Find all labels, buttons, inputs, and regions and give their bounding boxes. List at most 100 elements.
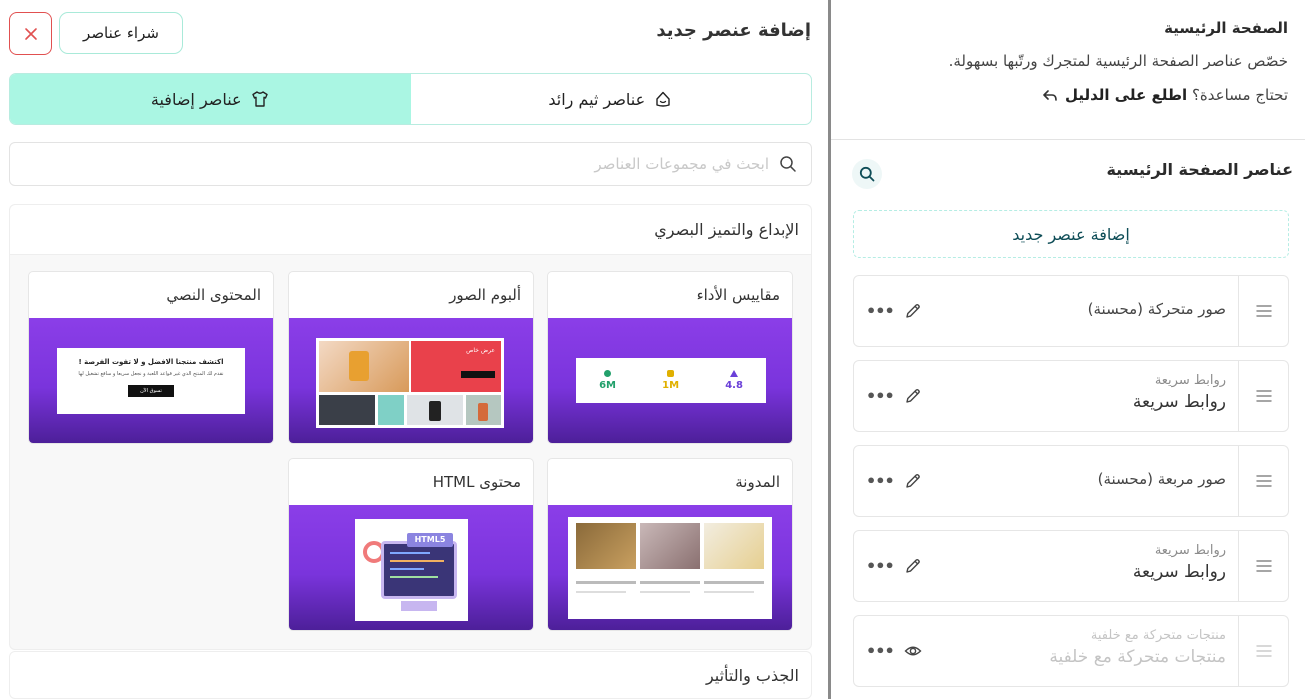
- metric-value: 4.8: [725, 380, 743, 391]
- home-element-item[interactable]: صور متحركة (محسنة) •••: [853, 275, 1289, 347]
- more-options-button[interactable]: •••: [866, 642, 895, 661]
- element-card-gallery[interactable]: ألبوم الصور عرض خاص: [288, 271, 534, 444]
- item-text: روابط سريعة روابط سريعة: [1133, 543, 1226, 585]
- card-preview: [548, 505, 792, 630]
- drag-handle[interactable]: [1238, 446, 1288, 516]
- tab-theme-elements[interactable]: عناصر ثيم رائد: [411, 74, 812, 124]
- item-label: روابط سريعة: [1132, 562, 1226, 582]
- bag-icon: [667, 370, 675, 377]
- post-line: [576, 581, 636, 584]
- sidebar: الصفحة الرئيسية خصّص عناصر الصفحة الرئيس…: [831, 0, 1305, 699]
- home-element-item[interactable]: صور مربعة (محسنة) •••: [853, 445, 1289, 517]
- more-options-button[interactable]: •••: [866, 557, 895, 576]
- element-card-blog[interactable]: المدونة: [547, 458, 793, 631]
- home-element-item[interactable]: منتجات متحركة مع خلفية منتجات متحركة مع …: [853, 615, 1289, 687]
- element-card-metrics[interactable]: مقاييس الأداء 6M 1M 4.8: [547, 271, 793, 444]
- tab-extra-elements[interactable]: عناصر إضافية: [10, 74, 411, 124]
- back-arrow-icon: [1043, 89, 1057, 101]
- home-element-item[interactable]: روابط سريعة روابط سريعة •••: [853, 530, 1289, 602]
- section-title: عناصر الصفحة الرئيسية: [1106, 160, 1293, 179]
- eye-icon[interactable]: [904, 642, 922, 660]
- more-options-button[interactable]: •••: [866, 302, 895, 321]
- text-preview: اكتشف منتجنا الافضل و لا تفوت الفرصة ! ن…: [57, 348, 245, 414]
- item-label: صور متحركة (محسنة): [1087, 300, 1226, 318]
- thumb-image: [407, 395, 463, 425]
- element-card-html[interactable]: محتوى HTML HTML5: [288, 458, 534, 631]
- html5-badge: HTML5: [407, 533, 453, 547]
- more-options-button[interactable]: •••: [866, 387, 895, 406]
- buy-elements-button[interactable]: شراء عناصر: [59, 12, 183, 54]
- thumb-image: [378, 395, 404, 425]
- card-title: المدونة: [735, 473, 780, 491]
- banner-text: عرض خاص: [466, 347, 495, 354]
- home-element-item[interactable]: روابط سريعة روابط سريعة •••: [853, 360, 1289, 432]
- element-tabs: عناصر إضافية عناصر ثيم رائد: [9, 73, 812, 125]
- monitor-icon: [381, 541, 457, 599]
- close-button[interactable]: [9, 12, 52, 55]
- theme-icon: [656, 91, 670, 107]
- divider: [831, 139, 1305, 140]
- tab-label: عناصر ثيم رائد: [548, 89, 646, 109]
- promo-banner: عرض خاص: [411, 341, 501, 392]
- search-icon: [859, 166, 875, 182]
- html-preview: HTML5: [355, 519, 468, 621]
- metric-stat: 1M: [662, 370, 679, 391]
- preview-heading: اكتشف منتجنا الافضل و لا تفوت الفرصة !: [78, 358, 224, 366]
- close-icon: [24, 27, 37, 40]
- panel-title: إضافة عنصر جديد: [656, 20, 811, 41]
- metrics-preview: 6M 1M 4.8: [576, 358, 766, 403]
- drag-handle[interactable]: [1238, 531, 1288, 601]
- search-input[interactable]: ابحث في مجموعات العناصر: [9, 142, 812, 186]
- card-preview: اكتشف منتجنا الافضل و لا تفوت الفرصة ! ن…: [29, 318, 273, 443]
- sidebar-title: الصفحة الرئيسية: [1164, 19, 1288, 37]
- guide-link[interactable]: اطلع على الدليل: [1065, 86, 1187, 104]
- search-icon: [780, 156, 796, 172]
- edit-icon[interactable]: [904, 387, 922, 405]
- add-element-button[interactable]: إضافة عنصر جديد: [853, 210, 1289, 258]
- metric-value: 1M: [662, 380, 680, 391]
- group-title: الإبداع والتميز البصري: [10, 205, 811, 255]
- preview-body: نقدم لك المنتج الذي غير قواعد اللعبة و ن…: [78, 371, 224, 377]
- thumb-image: [466, 395, 501, 425]
- post-image: [704, 523, 764, 569]
- search-placeholder: ابحث في مجموعات العناصر: [594, 155, 769, 173]
- edit-icon[interactable]: [904, 557, 922, 575]
- search-button[interactable]: [852, 159, 882, 189]
- edit-icon[interactable]: [904, 472, 922, 490]
- gallery-preview: عرض خاص: [316, 338, 504, 428]
- drag-handle-icon: [1255, 645, 1272, 657]
- monitor-stand: [401, 601, 437, 611]
- more-options-button[interactable]: •••: [866, 472, 895, 491]
- drag-handle-icon: [1255, 305, 1272, 317]
- post-line: [640, 581, 700, 584]
- post-line: [704, 581, 764, 584]
- metric-stat: 4.8: [725, 370, 743, 391]
- preview-button: تسوق الآن: [128, 385, 174, 397]
- post-line: [704, 591, 754, 593]
- item-subtitle: روابط سريعة: [1154, 543, 1226, 558]
- page: إضافة عنصر جديد شراء عناصر عناصر إضافية …: [0, 0, 1305, 699]
- drag-handle[interactable]: [1238, 361, 1288, 431]
- group-title-attraction[interactable]: الجذب والتأثير: [9, 651, 812, 699]
- item-label: صور مربعة (محسنة): [1097, 470, 1226, 488]
- card-title: ألبوم الصور: [449, 286, 521, 304]
- tab-label: عناصر إضافية: [150, 89, 242, 109]
- card-title: المحتوى النصي: [166, 286, 261, 304]
- drag-handle-icon: [1255, 390, 1272, 402]
- metric-value: 6M: [599, 380, 616, 391]
- users-icon: [604, 370, 612, 377]
- blog-preview: [568, 517, 772, 619]
- edit-icon[interactable]: [904, 302, 922, 320]
- element-card-text[interactable]: المحتوى النصي اكتشف منتجنا الافضل و لا ت…: [28, 271, 274, 444]
- help-question: تحتاج مساعدة؟: [1191, 86, 1288, 104]
- drag-handle-icon: [1255, 560, 1272, 572]
- item-subtitle: روابط سريعة: [1154, 373, 1226, 388]
- post-line: [576, 591, 626, 593]
- post-line: [640, 591, 690, 593]
- star-icon: [730, 370, 739, 377]
- card-title: محتوى HTML: [432, 473, 521, 491]
- drag-handle[interactable]: [1238, 276, 1288, 346]
- drag-handle[interactable]: [1238, 616, 1288, 686]
- item-text: صور مربعة (محسنة): [1098, 470, 1226, 488]
- sidebar-description: خصّص عناصر الصفحة الرئيسية لمتجرك ورتّبه…: [948, 52, 1288, 70]
